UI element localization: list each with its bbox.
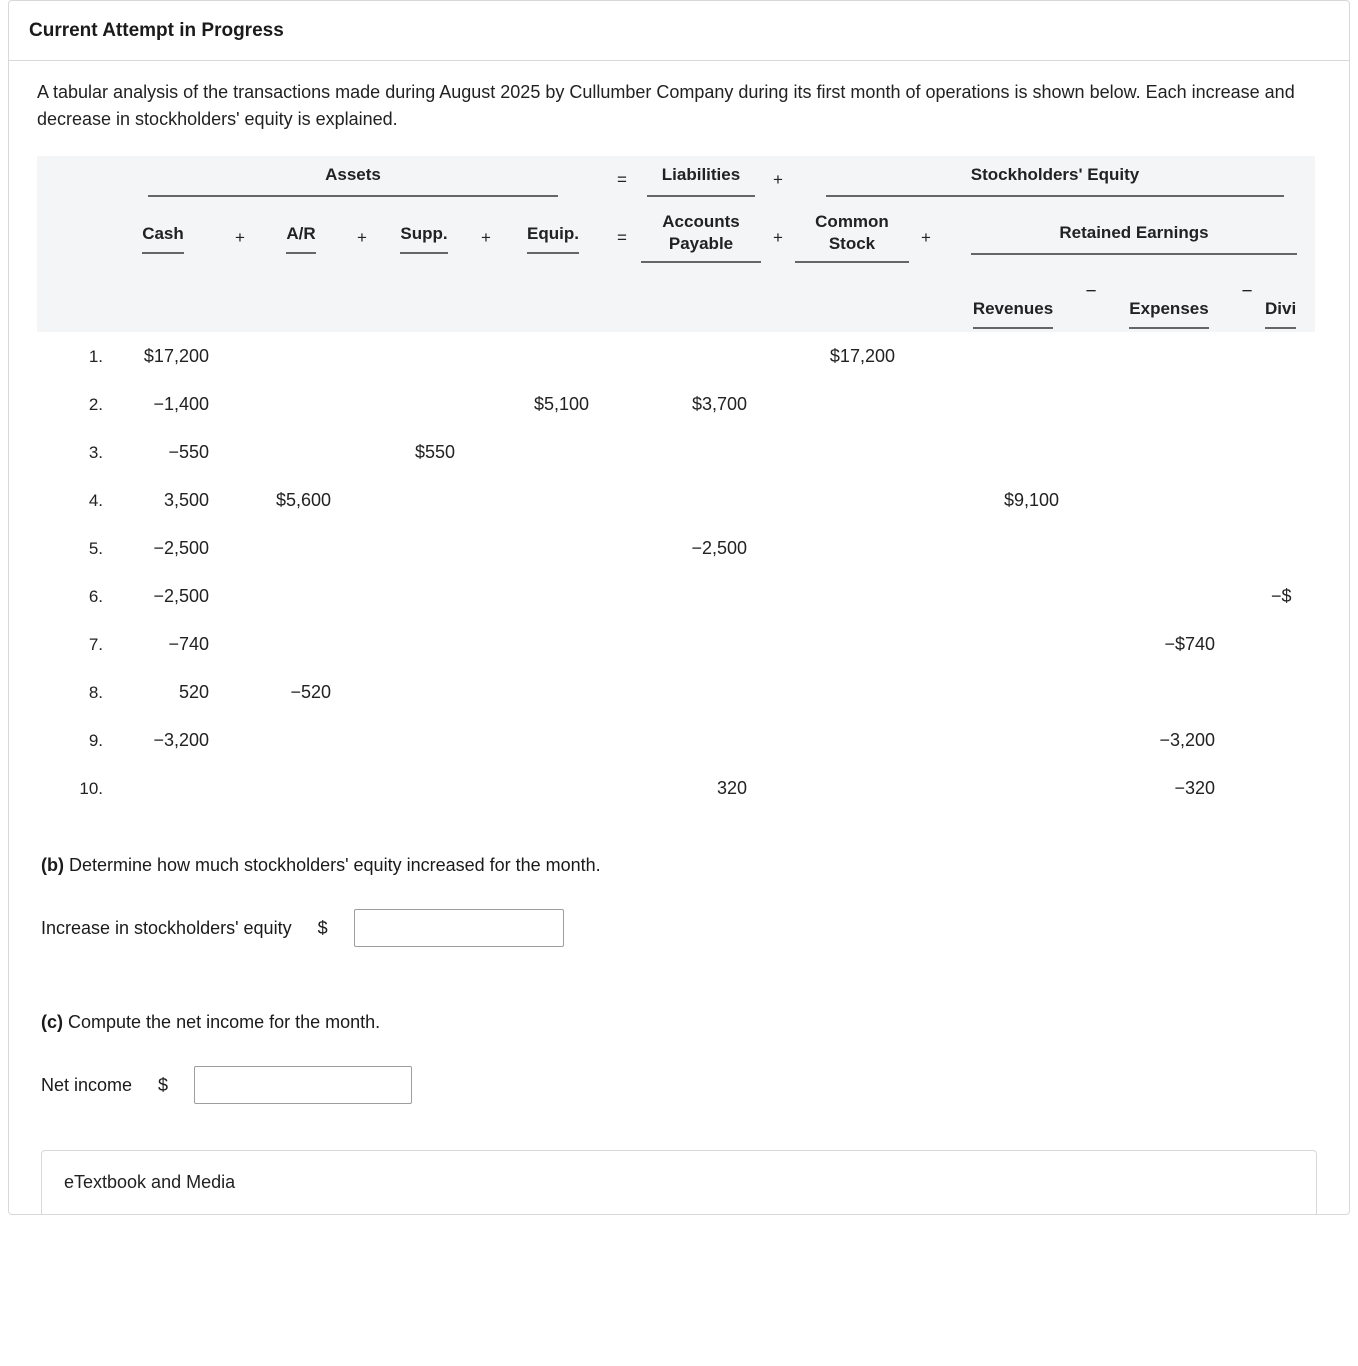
table-row: 7.−740−$740 xyxy=(37,620,1315,668)
col-cs: Common Stock xyxy=(795,202,909,272)
currency-symbol-c: $ xyxy=(158,1072,168,1099)
op-plus-4: + xyxy=(761,202,795,272)
table-row: 6.−2,500−$ xyxy=(37,572,1315,620)
attempt-card: Current Attempt in Progress A tabular an… xyxy=(8,0,1350,1215)
op-plus-liab-se: + xyxy=(761,156,795,202)
col-equip: Equip. xyxy=(503,202,603,272)
table-row: 10.320−320 xyxy=(37,764,1315,812)
table-row: 3.−550$550 xyxy=(37,428,1315,476)
op-plus-5: + xyxy=(909,202,943,272)
table-row: 1.$17,200$17,200 xyxy=(37,332,1315,380)
part-b-label: Increase in stockholders' equity xyxy=(41,915,292,942)
op-plus-2: + xyxy=(345,202,379,272)
table-row: 4.3,500$5,600$9,100 xyxy=(37,476,1315,524)
attempt-heading: Current Attempt in Progress xyxy=(9,1,1349,61)
op-eq-1: = xyxy=(603,156,641,202)
part-c-prompt: (c) Compute the net income for the month… xyxy=(9,969,1349,1044)
currency-symbol-b: $ xyxy=(318,915,328,942)
table-row: 8.520−520 xyxy=(37,668,1315,716)
table-row: 9.−3,200−3,200 xyxy=(37,716,1315,764)
increase-stockholders-equity-input[interactable] xyxy=(354,909,564,947)
col-cash: Cash xyxy=(103,202,223,272)
analysis-table-wrap: Assets = Liabilities + Stockhold xyxy=(9,156,1349,812)
part-c-label: Net income xyxy=(41,1072,132,1099)
part-b-prompt: (b) Determine how much stockholders' equ… xyxy=(9,812,1349,887)
col-dividends: Divi xyxy=(1265,272,1315,332)
col-revenues: Revenues xyxy=(953,272,1073,332)
group-retained: Retained Earnings xyxy=(953,202,1315,272)
op-plus-1: + xyxy=(223,202,257,272)
col-supp: Supp. xyxy=(379,202,469,272)
op-minus-2: − xyxy=(1229,272,1265,332)
op-plus-3: + xyxy=(469,202,503,272)
etextbook-media-button[interactable]: eTextbook and Media xyxy=(41,1150,1317,1214)
group-liabilities: Liabilities xyxy=(641,156,761,202)
col-expenses: Expenses xyxy=(1109,272,1229,332)
op-minus-1: − xyxy=(1073,272,1109,332)
group-assets: Assets xyxy=(103,156,603,202)
col-ap: Accounts Payable xyxy=(641,202,761,272)
net-income-input[interactable] xyxy=(194,1066,412,1104)
table-row: 2.−1,400$5,100$3,700 xyxy=(37,380,1315,428)
analysis-table: Assets = Liabilities + Stockhold xyxy=(37,156,1315,812)
table-row: 5.−2,500−2,500 xyxy=(37,524,1315,572)
group-equity: Stockholders' Equity xyxy=(795,156,1315,202)
op-eq-2: = xyxy=(603,202,641,272)
col-ar: A/R xyxy=(257,202,345,272)
question-prompt: A tabular analysis of the transactions m… xyxy=(9,61,1349,157)
